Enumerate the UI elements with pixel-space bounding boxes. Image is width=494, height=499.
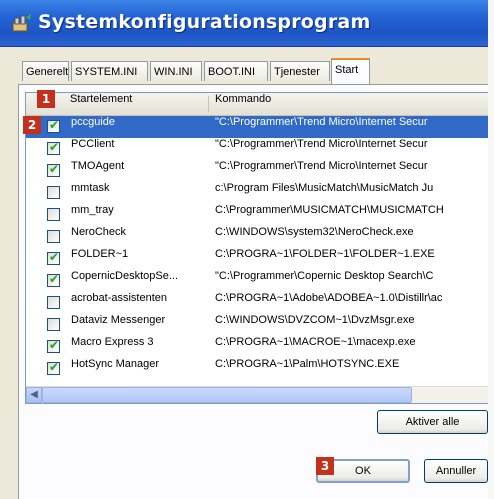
startup-item-name: mmtask: [71, 182, 110, 194]
list-item[interactable]: ✔ Macro Express 3 C:\PROGRA~1\MACROE~1\mac…: [26, 336, 488, 358]
startup-item-name: pccguide: [71, 116, 116, 128]
startup-item-command: C:\PROGRA~1\FOLDER~1\FOLDER~1.EXE: [215, 248, 435, 260]
list-item[interactable]: ✔ TMOAgent "C:\Programmer\Trend Micro\Inte…: [26, 160, 488, 182]
arrow-left-icon[interactable]: ◀: [26, 387, 42, 403]
checkmark-icon: ✔: [49, 338, 60, 352]
horizontal-scrollbar[interactable]: ◀: [26, 386, 488, 403]
column-header-startelement[interactable]: Startelement: [70, 93, 132, 115]
tab-win-ini[interactable]: WIN.INI: [150, 61, 202, 81]
list-item[interactable]: ✔ pccguide "C:\Programmer\Trend Micro\Inte…: [26, 116, 488, 138]
list-item[interactable]: ✔ FOLDER~1 C:\PROGRA~1\FOLDER~1\FOLDER~1.E…: [26, 248, 488, 270]
startup-item-command: C:\PROGRA~1\MACROE~1\macexp.exe: [215, 336, 416, 348]
list-item[interactable]: acrobat-assistenten C:\PROGRA~1\Adobe\ADO…: [26, 292, 488, 314]
startup-checkbox[interactable]: [47, 296, 60, 309]
cancel-button[interactable]: Annuller: [424, 459, 488, 483]
list-item[interactable]: mmtask c:\Program Files\MusicMatch\MusicM…: [26, 182, 488, 204]
enable-all-button[interactable]: Aktiver alle: [377, 410, 488, 434]
title-bar[interactable]: Systemkonfigurationsprogram: [0, 0, 488, 47]
checkmark-icon: ✔: [49, 118, 60, 132]
startup-list[interactable]: Startelement Kommando ✔ pccguide "C:\Progr…: [25, 92, 488, 404]
tab-boot-ini[interactable]: BOOT.INI: [204, 61, 268, 81]
startup-item-name: TMOAgent: [71, 160, 125, 172]
column-header-kommando[interactable]: Kommando: [215, 93, 271, 115]
startup-item-command: "C:\Programmer\Trend Micro\Internet Secu…: [215, 138, 428, 150]
list-item[interactable]: ✔ CopernicDesktopSe... "C:\Programmer\Cope…: [26, 270, 488, 292]
startup-checkbox[interactable]: [47, 230, 60, 243]
startup-item-command: "C:\Programmer\Copernic Desktop Search\C: [215, 270, 434, 282]
startup-item-name: CopernicDesktopSe...: [71, 270, 178, 282]
checkmark-icon: ✔: [49, 140, 60, 154]
startup-checkbox[interactable]: ✔: [47, 118, 60, 133]
list-header: Startelement Kommando: [26, 93, 488, 116]
checkmark-icon: ✔: [49, 272, 60, 286]
startup-item-name: Dataviz Messenger: [71, 314, 166, 326]
startup-checkbox[interactable]: ✔: [47, 338, 60, 353]
startup-checkbox[interactable]: ✔: [47, 140, 60, 155]
startup-item-command: c:\Program Files\MusicMatch\MusicMatch J…: [215, 182, 434, 194]
list-item[interactable]: mm_tray C:\Programmer\MUSICMATCH\MUSICMAT…: [26, 204, 488, 226]
startup-item-command: C:\Programmer\MUSICMATCH\MUSICMATCH: [215, 204, 444, 216]
startup-item-name: Macro Express 3: [71, 336, 154, 348]
startup-checkbox[interactable]: [47, 186, 60, 199]
startup-item-name: NeroCheck: [71, 226, 127, 238]
callout-badge-3: 3: [316, 457, 334, 475]
startup-item-name: acrobat-assistenten: [71, 292, 167, 304]
startup-item-name: PCClient: [71, 138, 115, 150]
startup-item-name: HotSync Manager: [71, 358, 160, 370]
startup-item-name: FOLDER~1: [71, 248, 129, 260]
startup-item-command: "C:\Programmer\Trend Micro\Internet Secu…: [215, 160, 428, 172]
tab-start[interactable]: Start: [331, 58, 370, 84]
page-margin: [488, 0, 494, 499]
list-item[interactable]: ✔ PCClient "C:\Programmer\Trend Micro\Inte…: [26, 138, 488, 160]
list-item[interactable]: ✔ HotSync Manager C:\PROGRA~1\Palm\HOTSYNC…: [26, 358, 488, 380]
tab-generelt[interactable]: Generelt: [22, 61, 69, 81]
startup-checkbox[interactable]: ✔: [47, 360, 60, 375]
msconfig-icon: [12, 14, 31, 32]
msconfig-window: Systemkonfigurationsprogram Generelt SYS…: [0, 0, 488, 499]
checkmark-icon: ✔: [49, 250, 60, 264]
scroll-thumb[interactable]: [42, 387, 412, 403]
window-title: Systemkonfigurationsprogram: [38, 11, 371, 33]
startup-item-command: C:\PROGRA~1\Palm\HOTSYNC.EXE: [215, 358, 400, 370]
startup-item-command: C:\PROGRA~1\Adobe\ADOBEA~1.0\Distillr\ac: [215, 292, 443, 304]
column-divider[interactable]: [208, 96, 209, 112]
tab-tjenester[interactable]: Tjenester: [270, 61, 330, 81]
tab-system-ini[interactable]: SYSTEM.INI: [71, 61, 148, 81]
list-item[interactable]: NeroCheck C:\WINDOWS\system32\NeroCheck.e…: [26, 226, 488, 248]
checkmark-icon: ✔: [49, 162, 60, 176]
startup-item-command: C:\WINDOWS\DVZCOM~1\DvzMsgr.exe: [215, 314, 415, 326]
startup-checkbox[interactable]: [47, 318, 60, 331]
callout-badge-2: 2: [23, 116, 41, 134]
startup-checkbox[interactable]: ✔: [47, 162, 60, 177]
startup-item-name: mm_tray: [71, 204, 114, 216]
startup-checkbox[interactable]: ✔: [47, 272, 60, 287]
callout-badge-1: 1: [37, 90, 55, 108]
checkmark-icon: ✔: [49, 360, 60, 374]
startup-item-command: "C:\Programmer\Trend Micro\Internet Secu…: [215, 116, 428, 128]
startup-checkbox[interactable]: [47, 208, 60, 221]
list-item[interactable]: Dataviz Messenger C:\WINDOWS\DVZCOM~1\Dvz…: [26, 314, 488, 336]
startup-checkbox[interactable]: ✔: [47, 250, 60, 265]
startup-item-command: C:\WINDOWS\system32\NeroCheck.exe: [215, 226, 414, 238]
